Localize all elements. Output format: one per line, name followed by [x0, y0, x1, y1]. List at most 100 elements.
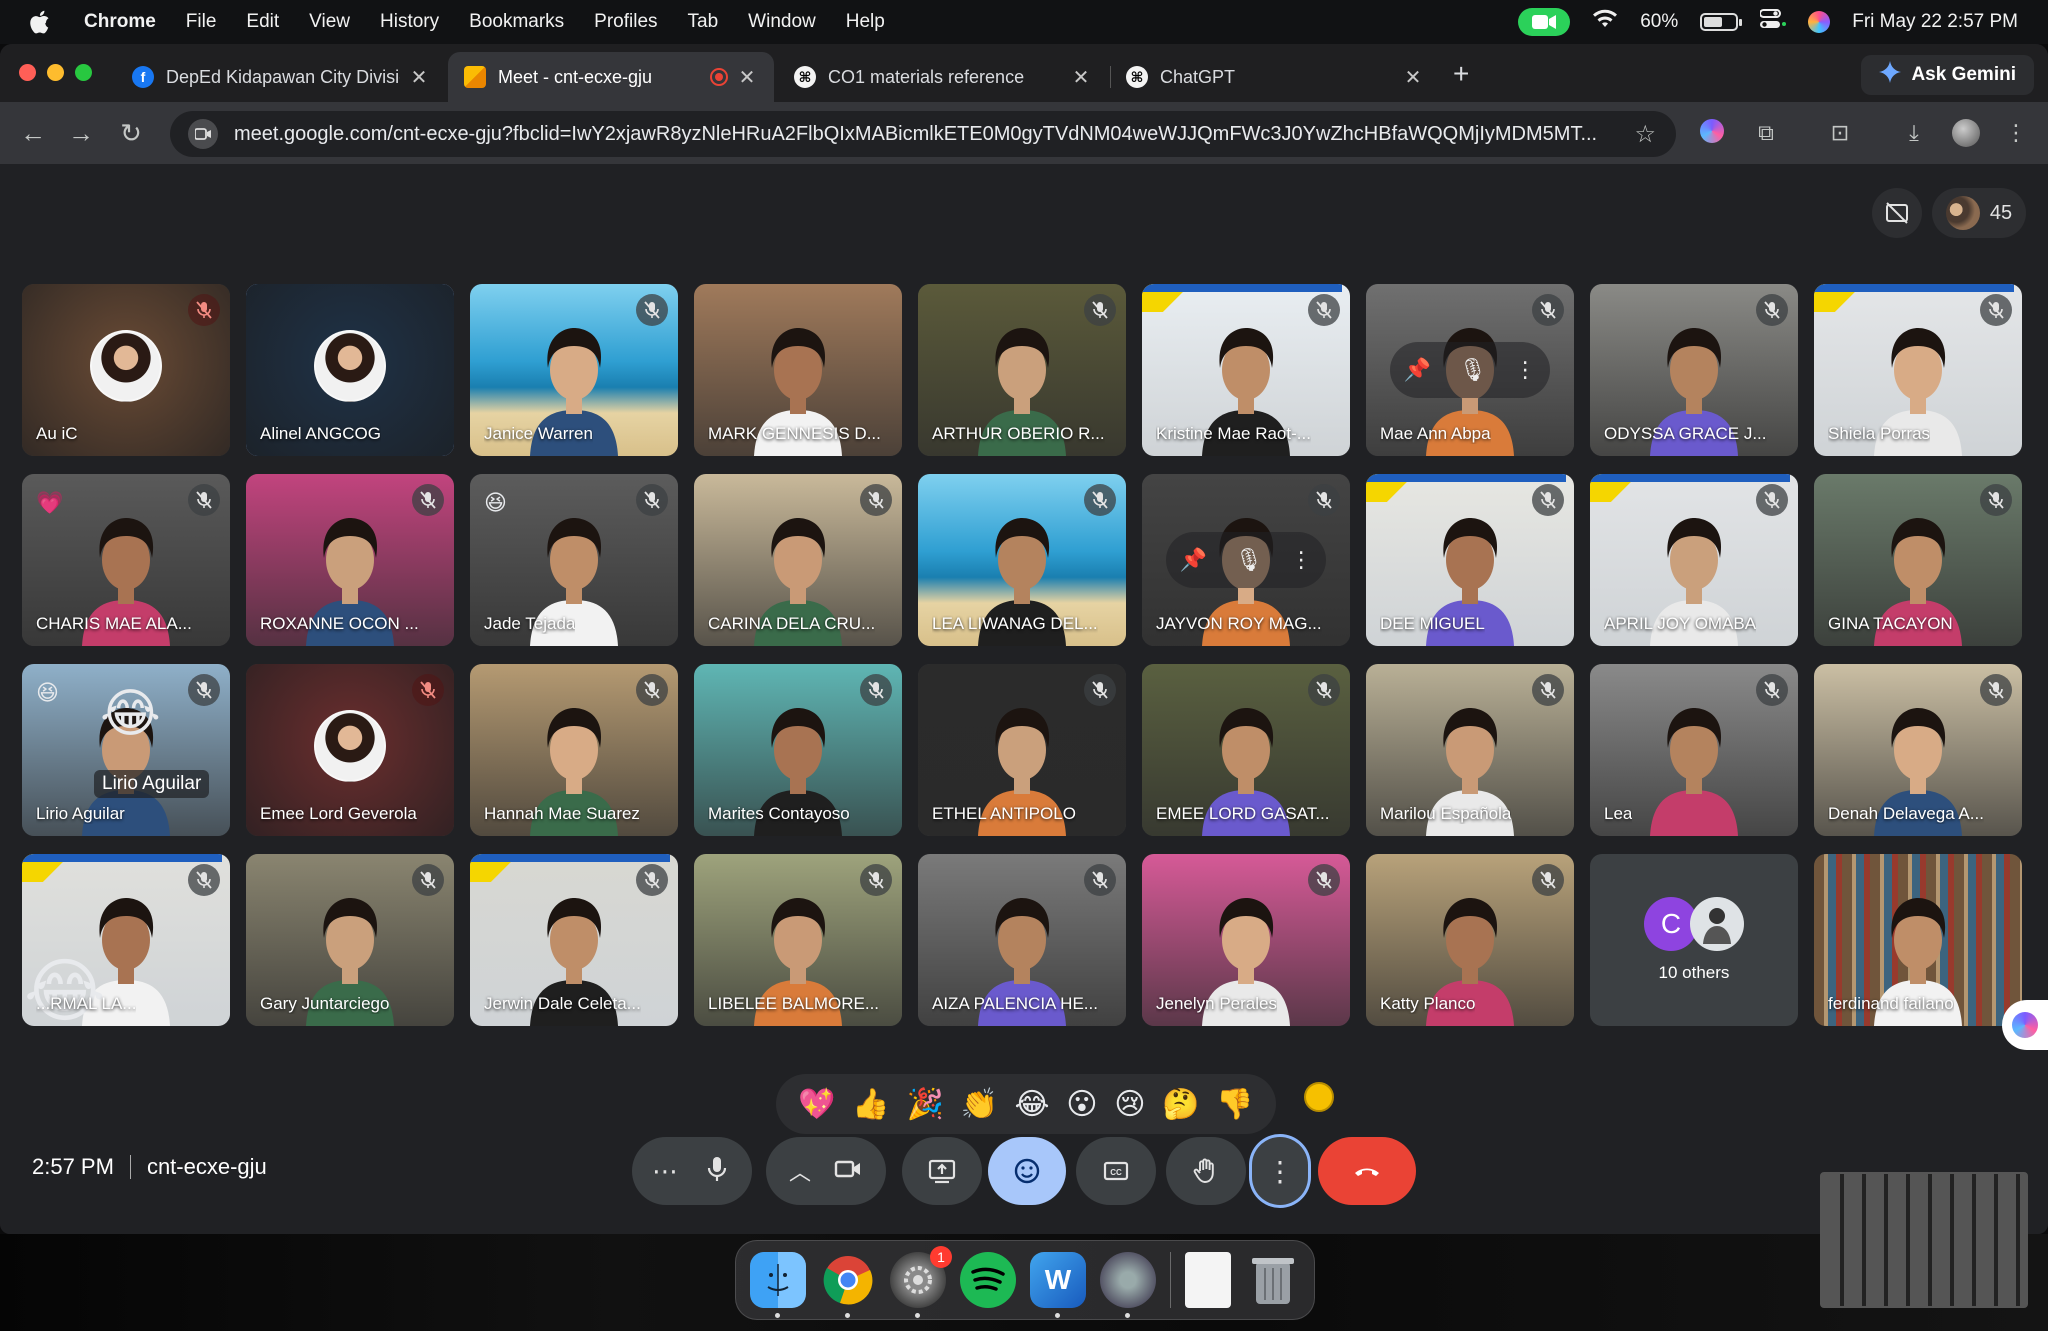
reload-icon[interactable]: ↻ [116, 118, 146, 148]
tab-meet[interactable]: Meet - cnt-ecxe-gju ✕ [448, 52, 774, 102]
participant-tile[interactable]: EMEE LORD GASAT... [1142, 664, 1350, 836]
url-text[interactable]: meet.google.com/cnt-ecxe-gju?fbclid=IwY2… [234, 123, 1634, 146]
document-icon[interactable] [1185, 1252, 1231, 1308]
participant-tile[interactable]: Lea [1590, 664, 1798, 836]
skin-tone-picker[interactable] [1304, 1082, 1334, 1112]
participant-tile[interactable]: Au iC [22, 284, 230, 456]
menu-bookmarks[interactable]: Bookmarks [469, 11, 564, 33]
address-bar[interactable]: meet.google.com/cnt-ecxe-gju?fbclid=IwY2… [170, 111, 1676, 157]
clock[interactable]: Fri May 22 2:57 PM [1852, 11, 2018, 33]
site-info-icon[interactable] [188, 119, 218, 149]
screen-preview-thumbnail[interactable] [1820, 1172, 2028, 1308]
participant-tile[interactable]: Gary Juntarciego [246, 854, 454, 1026]
reaction-surprised[interactable]: 😮 [1066, 1087, 1097, 1122]
camera-in-use-icon[interactable] [1518, 8, 1571, 36]
close-tab-icon[interactable]: ✕ [736, 65, 758, 90]
wifi-icon[interactable] [1592, 9, 1618, 35]
bookmark-star-icon[interactable]: ☆ [1634, 120, 1656, 149]
menu-app-name[interactable]: Chrome [84, 11, 156, 33]
participant-tile[interactable]: Hannah Mae Suarez [470, 664, 678, 836]
participant-tile[interactable]: 😂 ...RMAL LA... [22, 854, 230, 1026]
chrome-icon[interactable] [820, 1252, 876, 1318]
tab-search-icon[interactable]: ⊡ [1826, 119, 1854, 147]
reactions-button[interactable] [988, 1137, 1066, 1205]
reaction-thumbs-down[interactable]: 👎 [1216, 1087, 1253, 1122]
profile-avatar[interactable] [1952, 119, 1980, 147]
spotify-icon[interactable] [960, 1252, 1016, 1308]
participant-tile[interactable]: Emee Lord Geverola [246, 664, 454, 836]
menu-help[interactable]: Help [846, 11, 885, 33]
menu-file[interactable]: File [186, 11, 217, 33]
participant-tile[interactable]: 💗 CHARIS MAE ALA... [22, 474, 230, 646]
menu-history[interactable]: History [380, 11, 439, 33]
participant-tile[interactable]: APRIL JOY OMABA [1590, 474, 1798, 646]
new-tab-icon[interactable]: + [1453, 58, 1469, 90]
others-tile[interactable]: C 10 others [1590, 854, 1798, 1026]
reaction-thumbs-up[interactable]: 👍 [852, 1087, 889, 1122]
trash-icon[interactable] [1245, 1252, 1301, 1308]
participant-tile[interactable]: ETHEL ANTIPOLO [918, 664, 1126, 836]
close-tab-icon[interactable]: ✕ [408, 65, 430, 90]
participant-tile[interactable]: CARINA DELA CRU... [694, 474, 902, 646]
menu-window[interactable]: Window [748, 11, 816, 33]
reaction-laughing[interactable]: 😂 [1015, 1087, 1050, 1122]
captions-off-icon[interactable] [1872, 188, 1922, 238]
siri-icon[interactable] [1808, 11, 1831, 33]
control-center-icon[interactable] [1759, 8, 1787, 36]
participant-tile[interactable]: LIBELEE BALMORE... [694, 854, 902, 1026]
chrome-menu-icon[interactable]: ⋮ [2002, 119, 2030, 147]
audio-options-icon[interactable]: ⋯ [652, 1156, 678, 1187]
tab-chatgpt[interactable]: ⌘ ChatGPT ✕ [1110, 52, 1440, 102]
participant-tile[interactable]: 📌 🎙 ⋮ Mae Ann Abpa [1366, 284, 1574, 456]
tab-deped[interactable]: f DepEd Kidapawan City Divisio ✕ [116, 52, 446, 102]
finder-icon[interactable] [750, 1252, 806, 1318]
participant-tile[interactable]: Jenelyn Perales [1142, 854, 1350, 1026]
participant-tile[interactable]: Marilou Española [1366, 664, 1574, 836]
extensions-icon[interactable]: ⧉ [1752, 119, 1780, 147]
ask-gemini-button[interactable]: Ask Gemini [1861, 55, 2034, 95]
download-icon[interactable]: ⤓ [1900, 119, 1928, 147]
participant-tile[interactable]: MARK GENNESIS D... [694, 284, 902, 456]
automator-icon[interactable] [1100, 1252, 1156, 1318]
participant-tile[interactable]: Marites Contayoso [694, 664, 902, 836]
apple-icon[interactable] [28, 9, 50, 35]
reaction-crying[interactable]: 😢 [1114, 1087, 1145, 1122]
reaction-sparkling-heart[interactable]: 💖 [798, 1087, 835, 1122]
pin-icon[interactable]: 📌 [1404, 357, 1431, 383]
participant-tile[interactable]: Shiela Porras [1814, 284, 2022, 456]
pin-icon[interactable]: 📌 [1180, 547, 1207, 573]
participant-tile[interactable]: 😆 😂 Lirio Aguilar Lirio Aguilar [22, 664, 230, 836]
participant-tile[interactable]: LEA LIWANAG DEL... [918, 474, 1126, 646]
participant-tile[interactable]: Alinel ANGCOG [246, 284, 454, 456]
video-options-icon[interactable]: ︿ [789, 1155, 811, 1187]
close-tab-icon[interactable]: ✕ [1402, 65, 1424, 90]
people-button[interactable]: 45 [1932, 188, 2026, 238]
zoom-window-button[interactable] [75, 64, 92, 81]
tab-co1-materials[interactable]: ⌘ CO1 materials reference ✕ [778, 52, 1108, 102]
mute-participant-icon[interactable]: 🎙 [1235, 547, 1263, 573]
raise-hand-button[interactable] [1166, 1137, 1246, 1205]
participant-tile[interactable]: Jerwin Dale Celeta... [470, 854, 678, 1026]
participant-tile[interactable]: ARTHUR OBERIO R... [918, 284, 1126, 456]
participant-tile[interactable]: ROXANNE OCON ... [246, 474, 454, 646]
captions-button[interactable]: CC [1076, 1137, 1156, 1205]
participant-tile[interactable]: 😆 Jade Tejada [470, 474, 678, 646]
participant-tile[interactable]: Kristine Mae Raot-... [1142, 284, 1350, 456]
tile-more-icon[interactable]: ⋮ [1514, 357, 1536, 383]
participant-tile[interactable]: ODYSSA GRACE J... [1590, 284, 1798, 456]
mute-participant-icon[interactable]: 🎙 [1459, 357, 1487, 383]
participant-tile[interactable]: Katty Planco [1366, 854, 1574, 1026]
participant-tile[interactable]: Janice Warren [470, 284, 678, 456]
participant-tile[interactable]: 📌 🎙 ⋮ JAYVON ROY MAG... [1142, 474, 1350, 646]
system-settings-icon[interactable]: 1 [890, 1246, 952, 1318]
microphone-icon[interactable] [702, 1154, 732, 1189]
reaction-party-popper[interactable]: 🎉 [906, 1087, 943, 1122]
word-icon[interactable]: W [1030, 1252, 1086, 1318]
back-icon[interactable]: ← [18, 118, 48, 148]
present-screen-button[interactable] [902, 1137, 982, 1205]
reaction-clapping[interactable]: 👏 [960, 1087, 997, 1122]
close-tab-icon[interactable]: ✕ [1070, 65, 1092, 90]
participant-tile[interactable]: AIZA PALENCIA HE... [918, 854, 1126, 1026]
participant-tile[interactable]: GINA TACAYON [1814, 474, 2022, 646]
camera-icon[interactable] [833, 1154, 863, 1189]
